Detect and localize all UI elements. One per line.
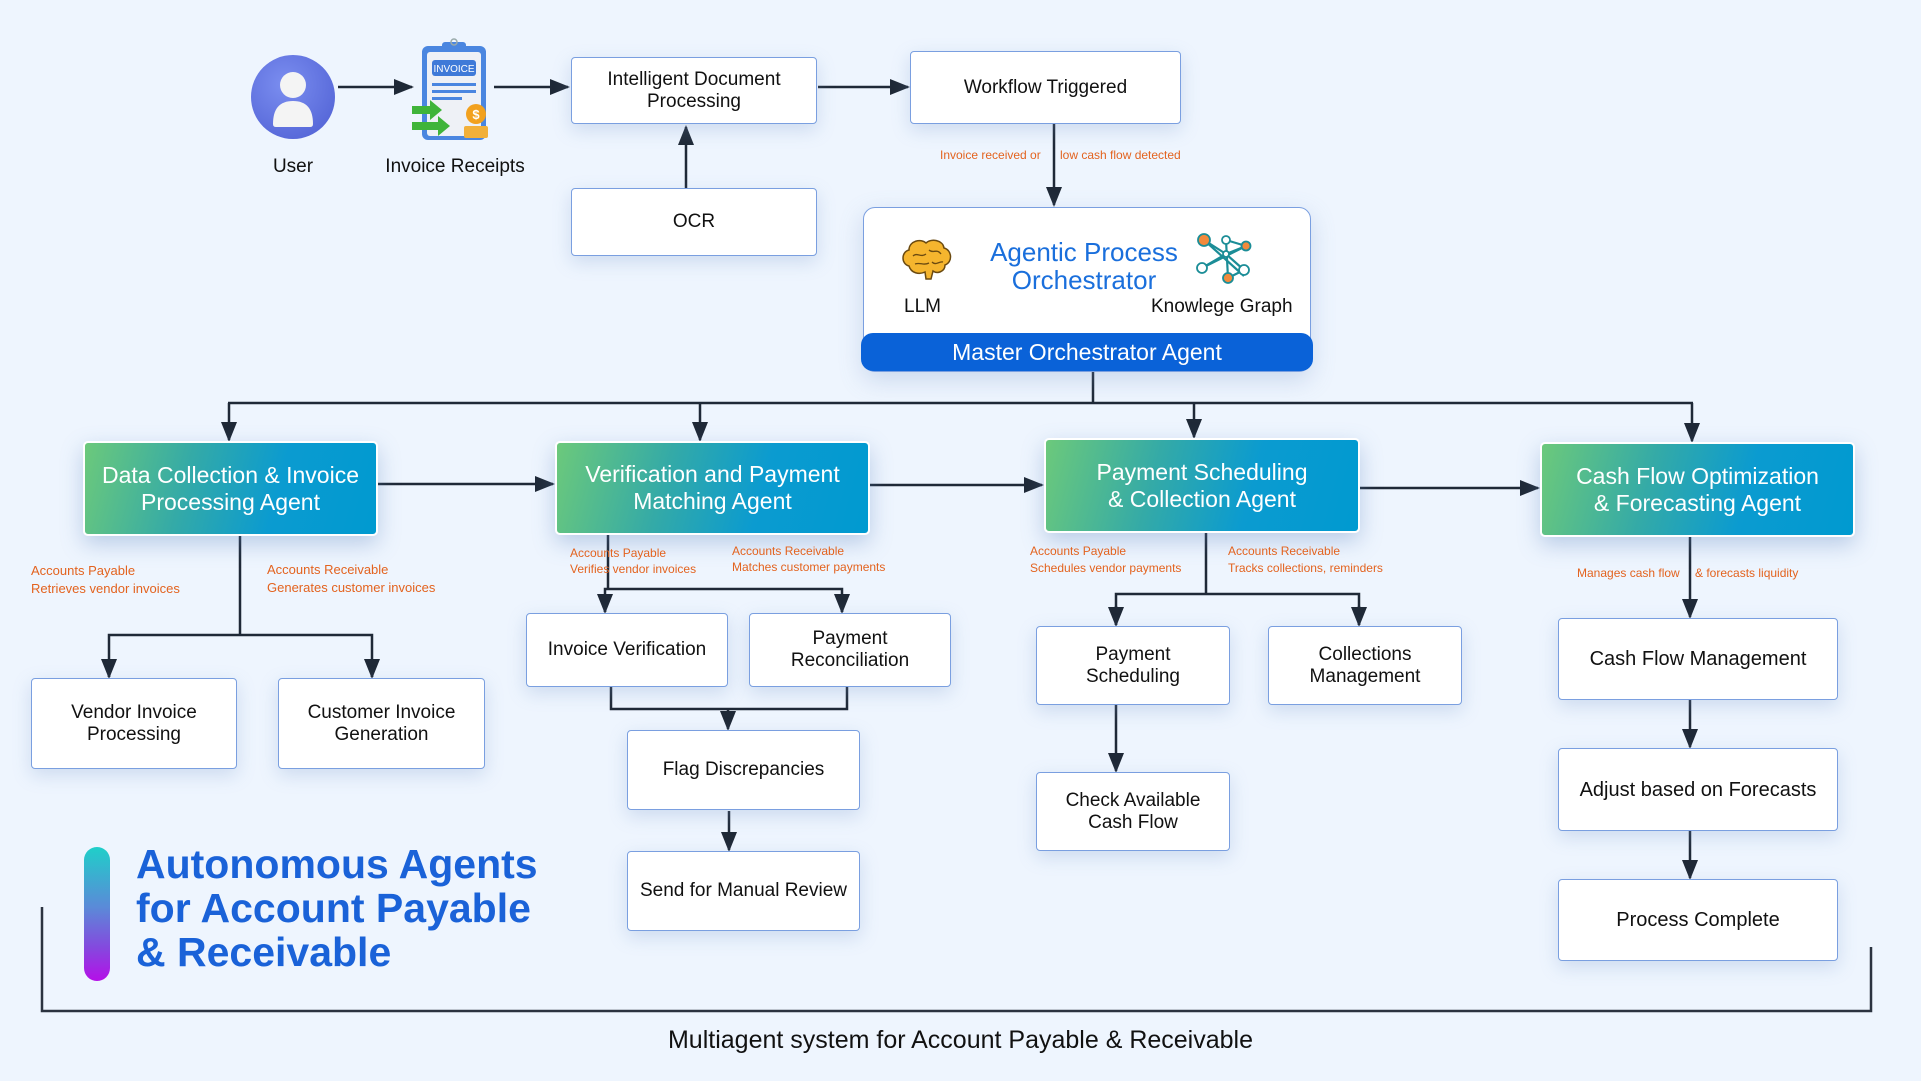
agent-label: Data Collection & Invoice Processing Age… (102, 461, 359, 515)
agent3-note-receivable: Accounts Receivable Tracks collections, … (1228, 544, 1383, 575)
vendor-invoice-processing-box: Vendor Invoice Processing (31, 678, 237, 769)
ocr-box: OCR (571, 188, 817, 256)
invoice-verification-box: Invoice Verification (526, 613, 728, 687)
payment-reconciliation-box: Payment Reconciliation (749, 613, 951, 687)
task-label: Adjust based on Forecasts (1579, 778, 1817, 801)
invoice-receipts-label: Invoice Receipts (385, 156, 525, 177)
diagram-title: Autonomous Agents for Account Payable & … (136, 841, 538, 975)
master-orchestrator-label: Master Orchestrator Agent (952, 338, 1222, 365)
svg-text:$: $ (472, 107, 480, 122)
cash-flow-management-box: Cash Flow Management (1558, 618, 1838, 700)
agent-verification-matching: Verification and Payment Matching Agent (555, 441, 870, 535)
agent3-branch (1114, 592, 1361, 625)
task-label: Payment Reconciliation (790, 628, 910, 671)
task-label: Flag Discrepancies (662, 759, 825, 780)
agent-label: Cash Flow Optimization & Forecasting Age… (1576, 462, 1819, 516)
workflow-triggered-box: Workflow Triggered (910, 51, 1181, 124)
llm-label: LLM (904, 296, 941, 317)
merge-to-flag (609, 687, 849, 711)
flag-discrepancies-box: Flag Discrepancies (627, 730, 860, 810)
agent2-note-receivable: Accounts Receivable Matches customer pay… (732, 544, 886, 574)
agent1-note-payable: Accounts Payable Retrieves vendor invoic… (31, 563, 180, 596)
task-label: Invoice Verification (547, 639, 707, 660)
agent4-note-left: Manages cash flow (1577, 566, 1680, 580)
adjust-based-on-forecasts-box: Adjust based on Forecasts (1558, 748, 1838, 831)
trigger-note-right: low cash flow detected (1060, 148, 1181, 162)
diagram-caption: Multiagent system for Account Payable & … (667, 1026, 1254, 1054)
agent3-note-payable: Accounts Payable Schedules vendor paymen… (1030, 544, 1182, 575)
task-label: Check Available Cash Flow (1065, 789, 1201, 833)
title-accent-bar (84, 847, 110, 981)
send-manual-review-box: Send for Manual Review (627, 851, 860, 931)
invoice-badge-text: INVOICE (433, 64, 474, 75)
customer-invoice-generation-box: Customer Invoice Generation (278, 678, 485, 769)
agent-payment-scheduling: Payment Scheduling & Collection Agent (1044, 438, 1360, 533)
agent-label: Verification and Payment Matching Agent (585, 461, 840, 514)
knowledge-graph-label: Knowlege Graph (1151, 296, 1293, 317)
master-orchestrator-agent-bar: Master Orchestrator Agent (861, 333, 1313, 371)
check-available-cash-flow-box: Check Available Cash Flow (1036, 772, 1230, 851)
idp-label: Intelligent Document Processing (607, 68, 781, 112)
agent4-note-right: & forecasts liquidity (1695, 566, 1799, 580)
task-label: Send for Manual Review (640, 880, 847, 901)
agent-data-collection: Data Collection & Invoice Processing Age… (83, 441, 378, 536)
workflow-label: Workflow Triggered (963, 76, 1128, 98)
task-label: Vendor Invoice Processing (71, 701, 197, 745)
invoice-clipboard-icon: INVOICE $ (412, 38, 496, 144)
payment-scheduling-box: Payment Scheduling (1036, 626, 1230, 705)
ocr-label: OCR (672, 211, 716, 232)
orchestrator-title: Agentic Process Orchestrator (990, 237, 1178, 295)
user-label: User (272, 156, 314, 177)
task-label: Process Complete (1616, 909, 1780, 931)
task-label: Payment Scheduling (1085, 643, 1181, 687)
task-label: Collections Management (1309, 643, 1421, 687)
agent1-note-receivable: Accounts Receivable Generates customer i… (267, 562, 436, 595)
agent2-branch (603, 587, 844, 612)
task-label: Cash Flow Management (1589, 648, 1807, 670)
agent-label: Payment Scheduling & Collection Agent (1096, 458, 1308, 512)
knowledge-graph-icon (1194, 232, 1254, 284)
intelligent-document-processing-box: Intelligent Document Processing (571, 57, 817, 124)
process-complete-box: Process Complete (1558, 879, 1838, 961)
task-label: Customer Invoice Generation (307, 701, 456, 745)
agent-cash-flow: Cash Flow Optimization & Forecasting Age… (1540, 442, 1855, 537)
agentic-process-orchestrator: LLM Agentic Process Orchestrator Knowleg… (861, 207, 1313, 372)
brain-llm-icon (899, 236, 953, 282)
agent2-note-payable: Accounts Payable Verifies vendor invoice… (570, 546, 697, 576)
user-avatar-icon (250, 54, 336, 140)
agent1-branch (107, 633, 374, 677)
trigger-note-left: Invoice received or (940, 148, 1041, 162)
collections-management-box: Collections Management (1268, 626, 1462, 705)
